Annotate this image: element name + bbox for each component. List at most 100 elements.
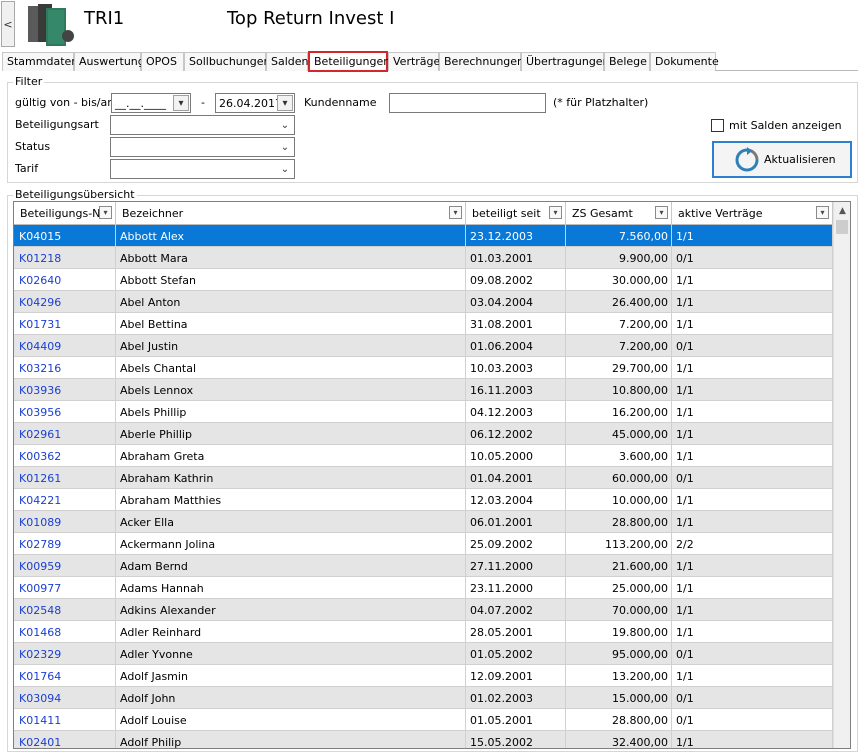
cell-beteiligt-seit[interactable]: 03.04.2004 [466, 291, 566, 313]
cell-beteiligungs-nr[interactable]: K04015 [14, 225, 116, 247]
column-header-nr[interactable]: Beteiligungs-Nr ▾ [14, 202, 116, 225]
cell-zs-gesamt[interactable]: 13.200,00 [566, 665, 672, 687]
cell-bezeichner[interactable]: Adkins Alexander [116, 599, 466, 621]
cell-aktive-vertraege[interactable]: 0/1 [672, 467, 833, 489]
table-row[interactable]: K02961 Aberle Phillip 06.12.2002 45.000,00 1… [14, 423, 833, 445]
vertical-scrollbar[interactable]: ▲ [833, 202, 850, 748]
cell-bezeichner[interactable]: Abels Chantal [116, 357, 466, 379]
tab-belege[interactable]: Belege [604, 52, 650, 71]
cell-bezeichner[interactable]: Abraham Matthies [116, 489, 466, 511]
table-row[interactable]: K00977 Adams Hannah 23.11.2000 25.000,00 1/1 [14, 577, 833, 599]
table-row[interactable]: K04296 Abel Anton 03.04.2004 26.400,00 1/1 [14, 291, 833, 313]
cell-bezeichner[interactable]: Abbott Alex [116, 225, 466, 247]
cell-aktive-vertraege[interactable]: 1/1 [672, 357, 833, 379]
cell-beteiligt-seit[interactable]: 01.03.2001 [466, 247, 566, 269]
cell-aktive-vertraege[interactable]: 1/1 [672, 621, 833, 643]
column-filter-icon[interactable]: ▾ [449, 206, 462, 219]
cell-aktive-vertraege[interactable]: 1/1 [672, 577, 833, 599]
cell-zs-gesamt[interactable]: 15.000,00 [566, 687, 672, 709]
cell-zs-gesamt[interactable]: 95.000,00 [566, 643, 672, 665]
cell-beteiligt-seit[interactable]: 16.11.2003 [466, 379, 566, 401]
table-row[interactable]: K01218 Abbott Mara 01.03.2001 9.900,00 0/1 [14, 247, 833, 269]
cell-aktive-vertraege[interactable]: 1/1 [672, 665, 833, 687]
cell-beteiligungs-nr[interactable]: K01218 [14, 247, 116, 269]
cell-beteiligungs-nr[interactable]: K00362 [14, 445, 116, 467]
cell-zs-gesamt[interactable]: 10.000,00 [566, 489, 672, 511]
cell-zs-gesamt[interactable]: 30.000,00 [566, 269, 672, 291]
cell-bezeichner[interactable]: Adolf Philip [116, 731, 466, 748]
cell-beteiligt-seit[interactable]: 31.08.2001 [466, 313, 566, 335]
cell-beteiligt-seit[interactable]: 27.11.2000 [466, 555, 566, 577]
cell-beteiligungs-nr[interactable]: K03094 [14, 687, 116, 709]
cell-beteiligt-seit[interactable]: 10.05.2000 [466, 445, 566, 467]
table-row[interactable]: K04221 Abraham Matthies 12.03.2004 10.000,0… [14, 489, 833, 511]
table-row[interactable]: K04409 Abel Justin 01.06.2004 7.200,00 0/1 [14, 335, 833, 357]
cell-zs-gesamt[interactable]: 7.200,00 [566, 335, 672, 357]
collapse-panel-button[interactable]: < [1, 1, 15, 47]
tab-berechnungen[interactable]: Berechnungen [439, 52, 524, 71]
column-filter-icon[interactable]: ▾ [655, 206, 668, 219]
cell-bezeichner[interactable]: Abraham Greta [116, 445, 466, 467]
table-row[interactable]: K03956 Abels Phillip 04.12.2003 16.200,00 1/… [14, 401, 833, 423]
cell-zs-gesamt[interactable]: 7.200,00 [566, 313, 672, 335]
cell-beteiligt-seit[interactable]: 15.05.2002 [466, 731, 566, 748]
cell-bezeichner[interactable]: Adolf Louise [116, 709, 466, 731]
tab-sollbuchungen[interactable]: Sollbuchungen [184, 52, 270, 71]
chevron-down-icon[interactable]: ▾ [277, 95, 293, 111]
cell-beteiligungs-nr[interactable]: K02640 [14, 269, 116, 291]
cell-beteiligungs-nr[interactable]: K04221 [14, 489, 116, 511]
cell-beteiligungs-nr[interactable]: K00959 [14, 555, 116, 577]
cell-aktive-vertraege[interactable]: 1/1 [672, 555, 833, 577]
cell-bezeichner[interactable]: Adams Hannah [116, 577, 466, 599]
table-row[interactable]: K02401 Adolf Philip 15.05.2002 32.400,00 1/1 [14, 731, 833, 748]
cell-aktive-vertraege[interactable]: 1/1 [672, 401, 833, 423]
table-row[interactable]: K02548 Adkins Alexander 04.07.2002 70.000,0… [14, 599, 833, 621]
cell-beteiligungs-nr[interactable]: K01468 [14, 621, 116, 643]
date-from-picker[interactable]: __.__.____ ▾ [111, 93, 191, 113]
table-row[interactable]: K02640 Abbott Stefan 09.08.2002 30.000,00 1/… [14, 269, 833, 291]
cell-zs-gesamt[interactable]: 10.800,00 [566, 379, 672, 401]
cell-aktive-vertraege[interactable]: 0/1 [672, 247, 833, 269]
scroll-up-icon[interactable]: ▲ [834, 202, 850, 219]
cell-beteiligungs-nr[interactable]: K01411 [14, 709, 116, 731]
cell-zs-gesamt[interactable]: 9.900,00 [566, 247, 672, 269]
cell-beteiligt-seit[interactable]: 01.05.2001 [466, 709, 566, 731]
table-row[interactable]: K03936 Abels Lennox 16.11.2003 10.800,00 1/1 [14, 379, 833, 401]
cell-zs-gesamt[interactable]: 28.800,00 [566, 511, 672, 533]
cell-beteiligt-seit[interactable]: 25.09.2002 [466, 533, 566, 555]
cell-bezeichner[interactable]: Abel Anton [116, 291, 466, 313]
cell-beteiligungs-nr[interactable]: K01731 [14, 313, 116, 335]
cell-aktive-vertraege[interactable]: 0/1 [672, 687, 833, 709]
cell-aktive-vertraege[interactable]: 1/1 [672, 599, 833, 621]
table-row[interactable]: K01731 Abel Bettina 31.08.2001 7.200,00 1/1 [14, 313, 833, 335]
tab-auswertung[interactable]: Auswertung [74, 52, 145, 71]
cell-zs-gesamt[interactable]: 28.800,00 [566, 709, 672, 731]
cell-beteiligt-seit[interactable]: 28.05.2001 [466, 621, 566, 643]
cell-aktive-vertraege[interactable]: 1/1 [672, 313, 833, 335]
cell-bezeichner[interactable]: Adler Yvonne [116, 643, 466, 665]
cell-bezeichner[interactable]: Abel Bettina [116, 313, 466, 335]
tab-stammdaten[interactable]: Stammdaten [2, 52, 78, 71]
cell-beteiligungs-nr[interactable]: K02789 [14, 533, 116, 555]
tarif-select[interactable]: ⌄ [110, 159, 295, 179]
cell-beteiligt-seit[interactable]: 01.06.2004 [466, 335, 566, 357]
cell-bezeichner[interactable]: Adler Reinhard [116, 621, 466, 643]
cell-beteiligungs-nr[interactable]: K01089 [14, 511, 116, 533]
table-row[interactable]: K04015 Abbott Alex 23.12.2003 7.560,00 1/1 [14, 225, 833, 247]
cell-beteiligt-seit[interactable]: 09.08.2002 [466, 269, 566, 291]
cell-zs-gesamt[interactable]: 29.700,00 [566, 357, 672, 379]
cell-beteiligungs-nr[interactable]: K01261 [14, 467, 116, 489]
cell-zs-gesamt[interactable]: 45.000,00 [566, 423, 672, 445]
cell-bezeichner[interactable]: Acker Ella [116, 511, 466, 533]
cell-beteiligungs-nr[interactable]: K02961 [14, 423, 116, 445]
column-header-zs-gesamt[interactable]: ZS Gesamt ▾ [566, 202, 672, 225]
cell-beteiligt-seit[interactable]: 01.05.2002 [466, 643, 566, 665]
cell-zs-gesamt[interactable]: 113.200,00 [566, 533, 672, 555]
table-row[interactable]: K01261 Abraham Kathrin 01.04.2001 60.000,00… [14, 467, 833, 489]
cell-beteiligungs-nr[interactable]: K03936 [14, 379, 116, 401]
cell-bezeichner[interactable]: Adolf Jasmin [116, 665, 466, 687]
mit-salden-checkbox[interactable] [711, 119, 724, 132]
cell-beteiligt-seit[interactable]: 04.07.2002 [466, 599, 566, 621]
table-row[interactable]: K02789 Ackermann Jolina 25.09.2002 113.200,… [14, 533, 833, 555]
cell-beteiligungs-nr[interactable]: K02401 [14, 731, 116, 748]
